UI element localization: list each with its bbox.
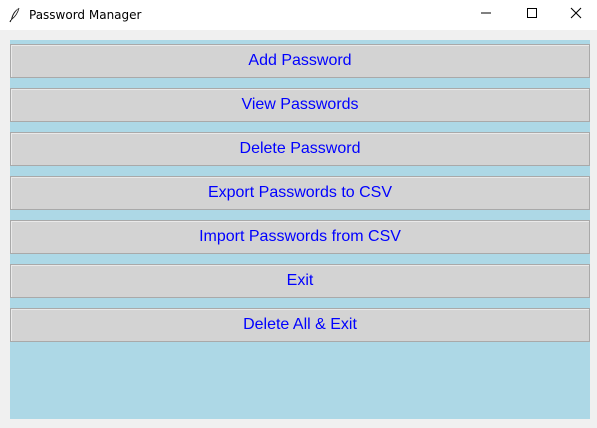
title-bar[interactable]: Password Manager <box>0 0 597 30</box>
feather-icon <box>8 7 22 23</box>
maximize-button[interactable] <box>509 0 555 30</box>
close-button[interactable] <box>553 0 597 30</box>
main-panel: Add Password View Passwords Delete Passw… <box>10 40 590 419</box>
delete-all-exit-button[interactable]: Delete All & Exit <box>10 308 590 342</box>
import-csv-button[interactable]: Import Passwords from CSV <box>10 220 590 254</box>
minimize-button[interactable] <box>463 0 509 30</box>
view-passwords-button[interactable]: View Passwords <box>10 88 590 122</box>
exit-button[interactable]: Exit <box>10 264 590 298</box>
delete-password-button[interactable]: Delete Password <box>10 132 590 166</box>
add-password-button[interactable]: Add Password <box>10 44 590 78</box>
maximize-icon <box>526 6 538 24</box>
window-title: Password Manager <box>29 8 142 22</box>
minimize-icon <box>480 6 492 24</box>
export-csv-button[interactable]: Export Passwords to CSV <box>10 176 590 210</box>
app-window: Password Manager Add Password View Passw… <box>0 0 597 428</box>
close-icon <box>570 6 582 24</box>
